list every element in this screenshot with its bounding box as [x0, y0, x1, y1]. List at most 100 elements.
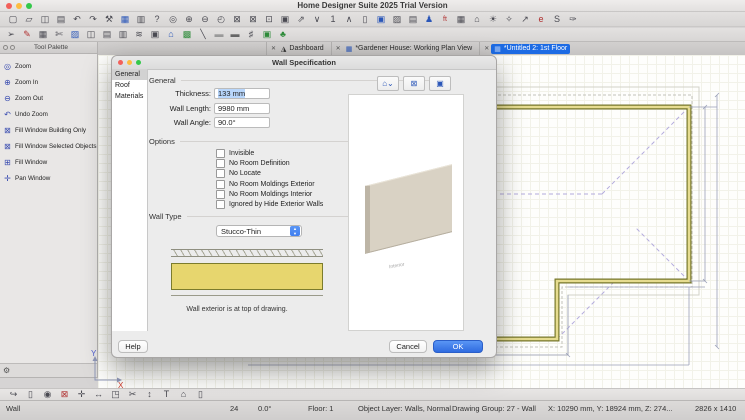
doll-house-view-icon[interactable]: ▨ — [389, 13, 405, 26]
help-button[interactable]: Help — [118, 340, 148, 353]
new-plan-icon[interactable]: ▢ — [5, 13, 21, 26]
print-icon[interactable]: ▤ — [53, 13, 69, 26]
picture-tool-icon[interactable]: ▣ — [259, 28, 275, 41]
ok-button[interactable]: OK — [433, 340, 483, 353]
style-palette-icon[interactable]: S — [549, 13, 565, 26]
checkbox-no-room-moldings-interior[interactable]: No Room Moldings Interior — [216, 190, 312, 199]
checkbox[interactable] — [216, 180, 225, 189]
dialog-titlebar[interactable]: Wall Specification — [112, 56, 496, 70]
camera-view-icon[interactable]: ▣ — [373, 13, 389, 26]
open-plan-icon[interactable]: ▱ — [21, 13, 37, 26]
palette-item-fill-window[interactable]: ⊞ Fill Window — [0, 154, 97, 170]
checkbox-invisible[interactable]: Invisible — [216, 149, 254, 158]
plant-tool-icon[interactable]: ♣ — [275, 28, 291, 41]
preview-orbit-button[interactable]: ⌂⌄ — [377, 76, 399, 91]
palette-item-zoom-in[interactable]: ⊕ Zoom In — [0, 74, 97, 90]
undo-icon[interactable]: ↶ — [69, 13, 85, 26]
cancel-button[interactable]: Cancel — [389, 340, 427, 353]
fill-window-building-icon[interactable]: ⊠ — [245, 13, 261, 26]
roof-tool-icon[interactable]: ⌂ — [163, 28, 179, 41]
zoom-out-icon[interactable]: ⊖ — [197, 13, 213, 26]
tab-close-icon[interactable]: ✕ — [336, 45, 341, 52]
tab-dashboard[interactable]: ✕ ◮ Dashboard — [266, 42, 331, 55]
palette-item-zoom[interactable]: ◎ Zoom — [0, 58, 97, 74]
library-browser-icon[interactable]: ▦ — [117, 13, 133, 26]
layout-box-icon[interactable]: ▯ — [357, 13, 373, 26]
checkbox-no-locate[interactable]: No Locate — [216, 169, 261, 178]
terrain-tool-icon[interactable]: ▩ — [179, 28, 195, 41]
reference-display-icon[interactable]: ⊡ — [261, 13, 277, 26]
cabinet-tool-icon[interactable]: ▤ — [99, 28, 115, 41]
house-view-icon[interactable]: ⌂ — [469, 13, 485, 26]
dialog-tab-roof[interactable]: Roof — [112, 80, 147, 91]
checkbox[interactable] — [216, 159, 225, 168]
notes-icon[interactable]: ▤ — [405, 13, 421, 26]
palette-item-fill-window-selected-objects[interactable]: ⊠ Fill Window Selected Objects — [0, 138, 97, 154]
slab-tool-icon[interactable]: ▬ — [211, 28, 227, 41]
room-divider-icon[interactable]: ▬ — [227, 28, 243, 41]
palette-collapse-button[interactable] — [10, 45, 15, 50]
tab-close-icon[interactable]: ✕ — [484, 45, 489, 52]
feather-icon[interactable]: ✑ — [565, 13, 581, 26]
palette-item-zoom-out[interactable]: ⊖ Zoom Out — [0, 90, 97, 106]
checkbox[interactable] — [216, 169, 225, 178]
break-tool-icon[interactable]: ✄ — [51, 28, 67, 41]
palette-close-button[interactable] — [3, 45, 8, 50]
tab-close-icon[interactable]: ✕ — [271, 45, 276, 52]
checkbox-ignored-by-hide-exterior-walls[interactable]: Ignored by Hide Exterior Walls — [216, 200, 323, 209]
save-plan-icon[interactable]: ◫ — [37, 13, 53, 26]
field-input[interactable]: 133 mm — [214, 88, 270, 99]
ecommerce-icon[interactable]: e — [533, 13, 549, 26]
zoom-in-icon[interactable]: ⊕ — [181, 13, 197, 26]
wall-type-dropdown[interactable]: Stucco-Thin ▲▼ — [216, 225, 302, 237]
tab-untitled-2[interactable]: ✕ ▦ *Untitled 2: 1st Floor — [479, 42, 574, 55]
zoom-icon[interactable]: ◎ — [165, 13, 181, 26]
north-pointer-icon[interactable]: ✧ — [501, 13, 517, 26]
current-floor-indicator[interactable]: 1 — [325, 13, 341, 26]
field-input[interactable]: 9980 mm — [214, 103, 270, 114]
up-one-floor-icon[interactable]: ∧ — [341, 13, 357, 26]
palette-item-undo-zoom[interactable]: ↶ Undo Zoom — [0, 106, 97, 122]
select-objects-icon[interactable]: ➢ — [3, 28, 19, 41]
window-tool-icon[interactable]: ▦ — [35, 28, 51, 41]
stairs-tool-icon[interactable]: ≋ — [131, 28, 147, 41]
palette-item-pan-window[interactable]: ✛ Pan Window — [0, 170, 97, 186]
checkbox[interactable] — [216, 200, 225, 209]
wall-3d-preview[interactable]: Interior — [348, 94, 464, 331]
dialog-tab-materials[interactable]: Materials — [112, 91, 147, 102]
fixture-tool-icon[interactable]: ▥ — [115, 28, 131, 41]
palette-item-fill-window-building-only[interactable]: ⊠ Fill Window Building Only — [0, 122, 97, 138]
preview-fill-window-button[interactable]: ⊠ — [403, 76, 425, 91]
fireplace-tool-icon[interactable]: ▣ — [147, 28, 163, 41]
sun-light-icon[interactable]: ☀ — [485, 13, 501, 26]
library-object-icon[interactable]: ✎ — [19, 28, 35, 41]
icon-glyph: ∧ — [346, 15, 353, 24]
down-one-floor-icon[interactable]: ∨ — [309, 13, 325, 26]
checkbox[interactable] — [216, 149, 225, 158]
tape-measure-icon[interactable]: ⇗ — [293, 13, 309, 26]
redo-icon[interactable]: ↷ — [85, 13, 101, 26]
line-tool-icon[interactable]: ╲ — [195, 28, 211, 41]
door-tool-icon[interactable]: ◫ — [83, 28, 99, 41]
tab-working-plan-view[interactable]: ✕ ▦ *Gardener House: Working Plan View — [331, 42, 480, 55]
dropdown-stepper-icon[interactable]: ▲▼ — [290, 226, 300, 236]
furniture-group-icon[interactable]: ▦ — [453, 13, 469, 26]
print-preview-icon[interactable]: ▣ — [277, 13, 293, 26]
checkbox-no-room-moldings-exterior[interactable]: No Room Moldings Exterior — [216, 180, 315, 189]
footprints-icon[interactable]: ft — [437, 13, 453, 26]
field-input[interactable]: 90.0° — [214, 117, 270, 128]
palette-settings-gear-icon[interactable]: ⚙ — [3, 366, 10, 375]
fill-window-icon[interactable]: ⊠ — [229, 13, 245, 26]
reference-manual-icon[interactable]: ▥ — [133, 13, 149, 26]
build-tools-icon[interactable]: ⚒ — [101, 13, 117, 26]
wall-tool-icon[interactable]: ▨ — [67, 28, 83, 41]
help-icon[interactable]: ? — [149, 13, 165, 26]
railing-tool-icon[interactable]: ♯ — [243, 28, 259, 41]
undo-zoom-icon[interactable]: ◴ — [213, 13, 229, 26]
measure-arrow-icon[interactable]: ↗ — [517, 13, 533, 26]
dialog-tab-general[interactable]: General — [112, 69, 147, 80]
checkbox-no-room-definition[interactable]: No Room Definition — [216, 159, 290, 168]
preview-camera-button[interactable]: ▣ — [429, 76, 451, 91]
walkthrough-icon[interactable]: ♟ — [421, 13, 437, 26]
checkbox[interactable] — [216, 190, 225, 199]
